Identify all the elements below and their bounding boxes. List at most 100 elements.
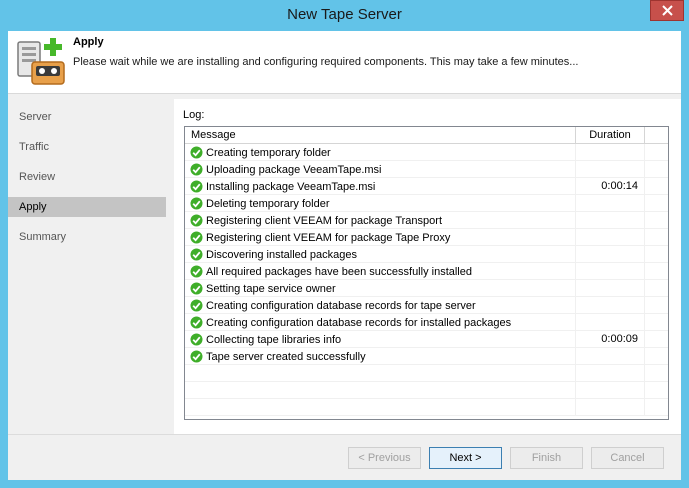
apply-panel: Log: Message Duration Creating temporary… [174,99,681,434]
log-row[interactable]: Creating configuration database records … [185,297,668,314]
log-message-text: Discovering installed packages [206,248,358,261]
wizard-header: Apply Please wait while we are installin… [8,31,681,94]
log-message-cell [185,399,576,416]
log-message-text: Installing package VeeamTape.msi [206,180,376,193]
sidebar-item-summary[interactable]: Summary [8,227,166,247]
log-message-cell: Creating temporary folder [185,144,576,161]
log-duration-cell [576,314,645,331]
log-row[interactable]: Discovering installed packages [185,246,668,263]
success-check-icon [190,163,203,176]
success-check-icon [190,350,203,363]
log-message-text: Registering client VEEAM for package Tra… [206,214,443,227]
column-header-duration[interactable]: Duration [576,127,645,144]
log-duration-cell [576,161,645,178]
log-duration-cell [576,365,645,382]
log-row[interactable]: Installing package VeeamTape.msi 0:00:14 [185,178,668,195]
success-check-icon [190,180,203,193]
log-message-cell: Setting tape service owner [185,280,576,297]
log-message-cell: Deleting temporary folder [185,195,576,212]
log-message-text: Creating temporary folder [206,146,331,159]
wizard-steps-sidebar: Server Traffic Review Apply Summary [8,99,174,434]
log-duration-cell: 0:00:14 [576,178,645,195]
success-check-icon [190,316,203,329]
log-duration-cell [576,280,645,297]
success-check-icon [190,265,203,278]
log-row[interactable] [185,365,668,382]
log-duration-cell [576,246,645,263]
log-message-cell: Collecting tape libraries info [185,331,576,348]
success-check-icon [190,214,203,227]
log-row[interactable]: Uploading package VeeamTape.msi [185,161,668,178]
tape-server-add-icon [17,38,65,85]
log-duration-cell [576,348,645,365]
success-check-icon [190,299,203,312]
log-row[interactable]: Setting tape service owner [185,280,668,297]
window-title: New Tape Server [287,6,402,23]
finish-button[interactable]: Finish [510,447,583,469]
log-message-cell: Registering client VEEAM for package Tap… [185,229,576,246]
log-message-cell: Discovering installed packages [185,246,576,263]
sidebar-item-apply[interactable]: Apply [8,197,166,217]
log-duration-cell [576,263,645,280]
log-row[interactable]: Registering client VEEAM for package Tap… [185,229,668,246]
log-duration-cell [576,399,645,416]
log-duration-cell [576,382,645,399]
log-label: Log: [183,109,205,121]
log-duration-cell [576,212,645,229]
log-message-text: Tape server created successfully [206,350,366,363]
log-message-cell [185,382,576,399]
wizard-window: New Tape Server Apply Please wait while [0,0,689,488]
log-message-cell: Registering client VEEAM for package Tra… [185,212,576,229]
close-icon [661,5,673,16]
log-message-text: Setting tape service owner [206,282,336,295]
log-message-cell: Tape server created successfully [185,348,576,365]
log-rows: Creating temporary folder Uploading packa… [185,144,668,416]
log-message-text: Registering client VEEAM for package Tap… [206,231,451,244]
log-duration-cell [576,144,645,161]
success-check-icon [190,333,203,346]
next-button[interactable]: Next > [429,447,502,469]
title-bar[interactable]: New Tape Server [0,0,689,31]
log-row[interactable] [185,382,668,399]
success-check-icon [190,248,203,261]
cancel-button[interactable]: Cancel [591,447,664,469]
log-message-cell: Creating configuration database records … [185,314,576,331]
log-message-cell: All required packages have been successf… [185,263,576,280]
log-row[interactable]: All required packages have been successf… [185,263,668,280]
log-message-text: Deleting temporary folder [206,197,330,210]
log-message-text: Creating configuration database records … [206,299,476,312]
success-check-icon [190,282,203,295]
log-duration-cell: 0:00:09 [576,331,645,348]
page-description: Please wait while we are installing and … [73,56,579,68]
wizard-client-area: Apply Please wait while we are installin… [8,31,681,480]
log-row[interactable]: Creating temporary folder [185,144,668,161]
log-row[interactable]: Collecting tape libraries info 0:00:09 [185,331,668,348]
log-row[interactable]: Registering client VEEAM for package Tra… [185,212,668,229]
sidebar-item-review[interactable]: Review [8,167,166,187]
log-message-text: Creating configuration database records … [206,316,512,329]
log-message-cell: Uploading package VeeamTape.msi [185,161,576,178]
log-row[interactable]: Deleting temporary folder [185,195,668,212]
log-message-text: Uploading package VeeamTape.msi [206,163,382,176]
success-check-icon [190,197,203,210]
sidebar-item-server[interactable]: Server [8,107,166,127]
column-header-message[interactable]: Message [185,127,576,144]
log-duration-cell [576,195,645,212]
log-row[interactable] [185,399,668,416]
success-check-icon [190,231,203,244]
wizard-footer: < Previous Next > Finish Cancel [8,434,681,480]
log-row[interactable]: Tape server created successfully [185,348,668,365]
log-row[interactable]: Creating configuration database records … [185,314,668,331]
log-duration-cell [576,297,645,314]
sidebar-item-traffic[interactable]: Traffic [8,137,166,157]
success-check-icon [190,146,203,159]
log-message-cell [185,365,576,382]
log-header: Message Duration [185,127,668,144]
page-title: Apply [73,36,104,48]
previous-button[interactable]: < Previous [348,447,421,469]
log-message-text: All required packages have been successf… [206,265,472,278]
log-message-text: Collecting tape libraries info [206,333,342,346]
log-message-cell: Creating configuration database records … [185,297,576,314]
log-list[interactable]: Message Duration Creating temporary fold… [184,126,669,420]
close-button[interactable] [650,0,684,21]
